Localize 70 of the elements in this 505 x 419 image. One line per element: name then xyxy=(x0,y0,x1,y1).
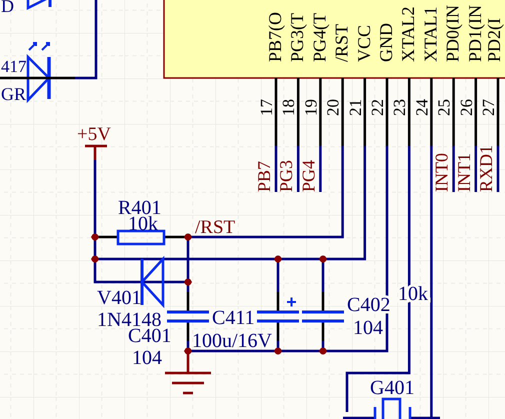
designator-label: C401 xyxy=(128,325,172,347)
pin-name: XTAL2 xyxy=(398,6,418,62)
crystal-symbol xyxy=(374,398,412,419)
designator-label: G401 xyxy=(370,377,414,399)
net-label: RXD1 xyxy=(476,144,496,192)
pin-line xyxy=(430,78,433,146)
junction-dot xyxy=(184,348,192,354)
pin-name: GND xyxy=(376,23,396,62)
pin-number: 27 xyxy=(479,99,498,116)
pin-line xyxy=(474,78,478,146)
pin-name: PD0(IN xyxy=(442,5,463,62)
junction-dot xyxy=(184,234,192,240)
diode-symbol xyxy=(26,0,52,10)
power-label: +5V xyxy=(77,124,111,145)
pin-line xyxy=(296,78,300,146)
net-label: PG4 xyxy=(298,160,318,192)
junction-dot xyxy=(318,256,328,262)
net-label: INT0 xyxy=(432,153,452,192)
pin-name: VCC xyxy=(354,24,374,62)
junction-dot xyxy=(318,348,328,354)
pin-line xyxy=(341,78,344,146)
value-label: 104 xyxy=(132,347,162,369)
capacitor-symbol xyxy=(302,292,344,341)
pin-line xyxy=(496,78,500,146)
pin-name: PG4(T xyxy=(309,13,330,62)
pin-name: PD1(IN xyxy=(464,5,485,62)
designator-label: 417 xyxy=(1,57,26,76)
pin-number: 17 xyxy=(257,99,276,116)
led-symbol xyxy=(26,42,51,104)
wire xyxy=(452,146,455,192)
pin-number: 26 xyxy=(456,99,476,116)
value-label: 104 xyxy=(353,317,383,339)
junction-dot xyxy=(184,278,192,286)
net-label: /RST xyxy=(195,217,236,238)
pin-name: PB7(O xyxy=(265,12,285,62)
junction-dot xyxy=(90,234,100,240)
designator-label: GR xyxy=(1,84,26,104)
designator-label: C411 xyxy=(212,307,255,329)
junction-dot xyxy=(90,256,100,262)
pin-line xyxy=(386,78,388,146)
pin-number: 22 xyxy=(368,99,387,116)
pin-number: 19 xyxy=(301,99,320,116)
wire xyxy=(474,146,478,192)
pin-name: XTAL1 xyxy=(420,6,440,62)
pin-number: 23 xyxy=(390,99,410,116)
pin-number: 21 xyxy=(346,99,365,116)
pin-number: 18 xyxy=(279,99,298,116)
junction-dot xyxy=(274,348,282,354)
wire xyxy=(496,146,500,192)
power-port-symbol xyxy=(85,144,107,160)
pin-line xyxy=(408,78,410,146)
net-label: PB7 xyxy=(254,160,274,192)
pin-line xyxy=(452,78,455,146)
pin-number: 20 xyxy=(324,99,343,116)
value-label: 100u/16V xyxy=(192,330,272,352)
pin-line xyxy=(274,78,278,146)
pin-line xyxy=(319,78,322,146)
designator-label: V401 xyxy=(97,287,142,309)
pin-name: PG3(T xyxy=(287,13,308,62)
pin-number: 24 xyxy=(412,99,432,116)
pin-number: 25 xyxy=(434,99,454,116)
pin-line xyxy=(364,78,366,146)
net-label: PG3 xyxy=(276,160,296,192)
junction-dot xyxy=(274,256,282,262)
net-label: INT1 xyxy=(454,153,474,192)
designator-label: D xyxy=(1,0,14,16)
diode-symbol xyxy=(140,256,164,308)
wire xyxy=(343,416,375,419)
pin-name: PD2(I xyxy=(484,18,504,62)
pin-name: /RST xyxy=(332,24,352,62)
